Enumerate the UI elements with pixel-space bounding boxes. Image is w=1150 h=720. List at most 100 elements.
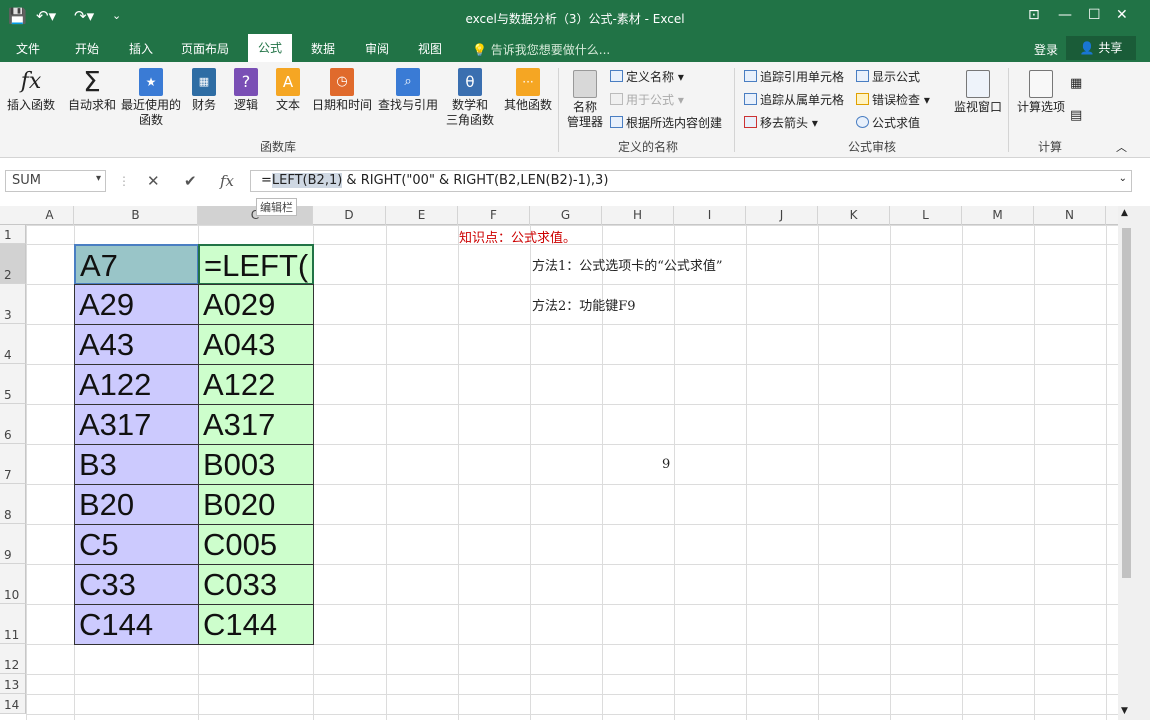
scroll-down-icon[interactable]: ▼ [1121, 706, 1128, 716]
tab-insert[interactable]: 插入 [129, 40, 153, 57]
collapse-ribbon-icon[interactable]: ︿ [1116, 140, 1127, 156]
column-header-l[interactable]: L [890, 206, 962, 225]
tab-home[interactable]: 开始 [75, 40, 99, 57]
tab-page-layout[interactable]: 页面布局 [181, 40, 229, 57]
column-header-a[interactable]: A [26, 206, 74, 225]
error-checking-button[interactable]: 错误检查 ▾ [856, 92, 930, 108]
scroll-up-icon[interactable]: ▲ [1121, 208, 1128, 218]
remove-arrows-button[interactable]: 移去箭头 ▾ [744, 115, 818, 131]
column-header-k[interactable]: K [818, 206, 890, 225]
datetime-button[interactable]: ◷ 日期和时间 [310, 68, 374, 113]
tab-formulas[interactable]: 公式 [248, 34, 292, 62]
logical-button[interactable]: ? 逻辑 [228, 68, 264, 113]
cell-c11[interactable]: C144 [198, 604, 314, 645]
column-header-b[interactable]: B [74, 206, 198, 225]
row-header-12[interactable]: 12 [0, 644, 26, 674]
cell-c3[interactable]: A029 [198, 284, 314, 325]
autosum-button[interactable]: Σ 自动求和 [66, 68, 118, 113]
column-header-i[interactable]: I [674, 206, 746, 225]
cell-c4[interactable]: A043 [198, 324, 314, 365]
financial-button[interactable]: ▦ 财务 [186, 68, 222, 113]
tell-me-search[interactable]: 💡 告诉我您想要做什么... [472, 41, 610, 58]
tab-data[interactable]: 数据 [311, 40, 335, 57]
cell-b4[interactable]: A43 [74, 324, 199, 365]
row-header-9[interactable]: 9 [0, 524, 26, 564]
name-manager-button[interactable]: 名称 管理器 [562, 70, 608, 130]
row-header-8[interactable]: 8 [0, 484, 26, 524]
row-header-1[interactable]: 1 [0, 225, 26, 244]
create-from-selection-button[interactable]: 根据所选内容创建 [610, 115, 722, 131]
dots-handle-icon[interactable]: ⋮ [118, 174, 130, 188]
math-trig-button[interactable]: θ 数学和 三角函数 [440, 68, 500, 128]
cell-b2[interactable]: A7 [74, 244, 199, 285]
close-icon[interactable]: ✕ [1116, 7, 1128, 23]
trace-dependents-button[interactable]: 追踪从属单元格 [744, 92, 844, 108]
cell-b8[interactable]: B20 [74, 484, 199, 525]
note-g2[interactable]: 方法1：公式选项卡的“公式求值” [532, 255, 723, 274]
watch-window-button[interactable]: 监视窗口 [952, 70, 1004, 115]
use-in-formula-button[interactable]: 用于公式 ▾ [610, 92, 684, 108]
insert-function-button[interactable]: fx 插入函数 [4, 68, 58, 113]
column-header-m[interactable]: M [962, 206, 1034, 225]
worksheet-grid[interactable]: ABCDEFGHIJKLMN 1 2 3 4 5 6 7 8 9 10 11 12 13 14 A7 A29… [0, 206, 1118, 720]
text-button[interactable]: A 文本 [270, 68, 306, 113]
cell-b5[interactable]: A122 [74, 364, 199, 405]
column-header-f[interactable]: F [458, 206, 530, 225]
define-name-button[interactable]: 定义名称 ▾ [610, 69, 684, 85]
column-header-n[interactable]: N [1034, 206, 1106, 225]
calculate-now-icon[interactable]: ▦ [1070, 76, 1082, 92]
evaluate-formula-button[interactable]: 公式求值 [856, 115, 920, 131]
note-g3[interactable]: 方法2：功能键F9 [532, 295, 636, 314]
row-header-2[interactable]: 2 [0, 244, 26, 284]
row-header-4[interactable]: 4 [0, 324, 26, 364]
note-h7[interactable]: 9 [662, 457, 670, 472]
note-f1[interactable]: 知识点：公式求值。 [459, 227, 576, 246]
tab-file[interactable]: 文件 [16, 40, 40, 57]
calculate-sheet-icon[interactable]: ▤ [1070, 108, 1082, 124]
cell-c9[interactable]: C005 [198, 524, 314, 565]
more-functions-button[interactable]: ··· 其他函数 [502, 68, 554, 113]
row-header-5[interactable]: 5 [0, 364, 26, 404]
minimize-icon[interactable]: — [1058, 7, 1072, 23]
cell-c6[interactable]: A317 [198, 404, 314, 445]
row-header-10[interactable]: 10 [0, 564, 26, 604]
fx-icon[interactable]: fx [220, 172, 234, 190]
row-header-6[interactable]: 6 [0, 404, 26, 444]
cell-c7[interactable]: B003 [198, 444, 314, 485]
tab-review[interactable]: 审阅 [365, 40, 389, 57]
calc-options-button[interactable]: 计算选项 [1014, 70, 1068, 115]
cell-b7[interactable]: B3 [74, 444, 199, 485]
column-header-h[interactable]: H [602, 206, 674, 225]
scrollbar-thumb[interactable] [1122, 228, 1131, 578]
ribbon-display-icon[interactable]: ⊡ [1028, 7, 1040, 23]
formula-input[interactable]: =LEFT(B2,1) & RIGHT("00" & RIGHT(B2,LEN(… [250, 170, 1132, 192]
enter-check-icon[interactable]: ✔ [184, 172, 197, 190]
row-header-7[interactable]: 7 [0, 444, 26, 484]
cell-b11[interactable]: C144 [74, 604, 199, 645]
show-formulas-button[interactable]: 显示公式 [856, 69, 920, 85]
cancel-icon[interactable]: ✕ [147, 172, 160, 190]
cell-c2[interactable]: =LEFT( [198, 244, 314, 285]
maximize-icon[interactable]: ☐ [1088, 7, 1101, 23]
vertical-scrollbar[interactable]: ▲ ▼ [1118, 206, 1150, 720]
login-button[interactable]: 登录 [1034, 41, 1058, 58]
name-box[interactable]: SUM ▾ [5, 170, 106, 192]
tab-view[interactable]: 视图 [418, 40, 442, 57]
recent-functions-button[interactable]: ★ 最近使用的 函数 [120, 68, 182, 128]
cell-b9[interactable]: C5 [74, 524, 199, 565]
cell-c8[interactable]: B020 [198, 484, 314, 525]
column-header-g[interactable]: G [530, 206, 602, 225]
column-header-j[interactable]: J [746, 206, 818, 225]
trace-precedents-button[interactable]: 追踪引用单元格 [744, 69, 844, 85]
lookup-button[interactable]: ⌕ 查找与引用 [376, 68, 440, 113]
cell-c5[interactable]: A122 [198, 364, 314, 405]
row-header-11[interactable]: 11 [0, 604, 26, 644]
column-header-e[interactable]: E [386, 206, 458, 225]
row-header-14[interactable]: 14 [0, 694, 26, 714]
cell-b10[interactable]: C33 [74, 564, 199, 605]
cell-b3[interactable]: A29 [74, 284, 199, 325]
row-header-13[interactable]: 13 [0, 674, 26, 694]
share-button[interactable]: 👤 共享 [1066, 36, 1136, 60]
row-header-3[interactable]: 3 [0, 284, 26, 324]
cell-b6[interactable]: A317 [74, 404, 199, 445]
